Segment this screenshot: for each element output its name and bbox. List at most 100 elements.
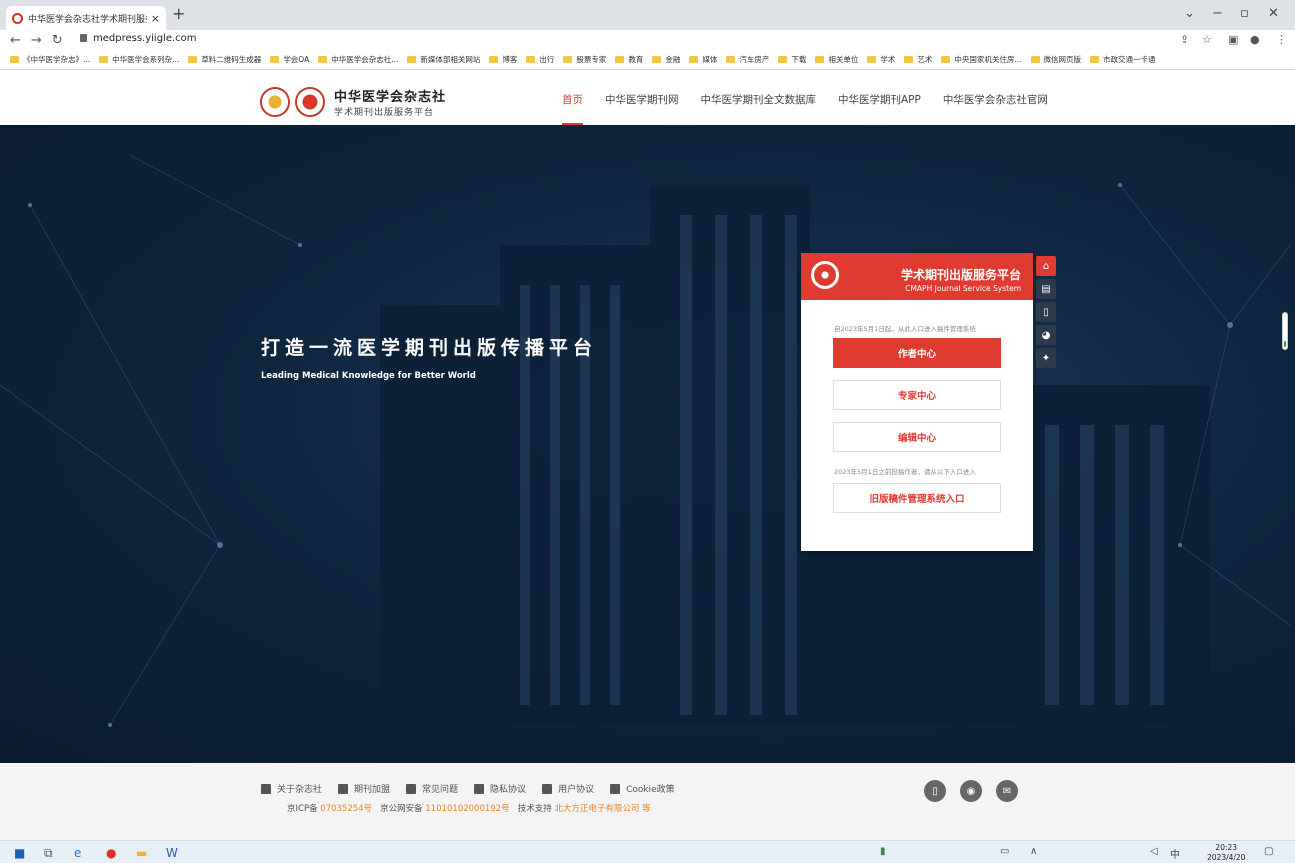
footer-link-faq[interactable]: 常见问题 xyxy=(406,782,458,795)
panel-subtitle: CMAPH Journal Service System xyxy=(905,284,1021,293)
forward-button[interactable]: → xyxy=(31,33,42,48)
bookmark-item[interactable]: 中华医学会杂志社... xyxy=(318,54,398,65)
expert-center-button[interactable]: 专家中心 xyxy=(833,380,1001,410)
reload-button[interactable]: ↻ xyxy=(52,33,63,48)
volume-icon[interactable]: ◁ xyxy=(1150,846,1158,857)
new-system-notice: 自2023年5月1日起，从此入口进入稿件管理系统 xyxy=(834,325,976,333)
police-number[interactable]: 11010102000192号 xyxy=(425,804,509,814)
icp-number[interactable]: 07035254号 xyxy=(320,804,372,814)
handshake-icon xyxy=(338,783,349,794)
document-icon[interactable]: ▤ xyxy=(1036,279,1056,299)
mobile-icon[interactable]: ▯ xyxy=(1036,302,1056,322)
windows-taskbar: ■ ⧉ e ● ▬ W ▮ ▭ ∧ ◁ 中 20:23 2023/4/20 ▢ xyxy=(0,840,1295,863)
nav-official-site[interactable]: 中华医学会杂志社官网 xyxy=(943,92,1048,107)
close-window-button[interactable]: ✕ xyxy=(1268,6,1279,21)
lock-icon xyxy=(80,34,87,42)
word-icon[interactable]: W xyxy=(166,846,178,860)
site-logo[interactable]: 中华医学会杂志社 学术期刊出版服务平台 xyxy=(260,86,446,118)
bookmark-item[interactable]: 下载 xyxy=(778,54,806,65)
url-field[interactable]: medpress.yiigle.com xyxy=(80,33,197,44)
handshake-icon[interactable]: ✦ xyxy=(1036,348,1056,368)
bookmark-item[interactable]: 出行 xyxy=(526,54,554,65)
tray-overflow-icon[interactable]: ∧ xyxy=(1030,846,1037,857)
footer-link-terms[interactable]: 用户协议 xyxy=(542,782,594,795)
bookmark-item[interactable]: 博客 xyxy=(489,54,517,65)
folder-icon xyxy=(563,56,573,63)
task-view-icon[interactable]: ⧉ xyxy=(44,846,53,861)
notification-icon[interactable]: ▢ xyxy=(1264,846,1273,857)
footer-link-privacy[interactable]: 隐私协议 xyxy=(474,782,526,795)
ime-icon[interactable]: 中 xyxy=(1170,846,1180,861)
tray-display-icon[interactable]: ▭ xyxy=(1000,846,1009,857)
bookmark-item[interactable]: 股票专家 xyxy=(563,54,606,65)
folder-icon xyxy=(652,56,662,63)
chrome-icon[interactable]: ● xyxy=(106,846,116,860)
folder-icon xyxy=(10,56,19,63)
scroll-indicator[interactable] xyxy=(1282,312,1288,350)
folder-icon xyxy=(778,56,788,63)
cookie-icon xyxy=(610,783,621,794)
bookmark-item[interactable]: 艺术 xyxy=(904,54,932,65)
maximize-button[interactable]: ▫ xyxy=(1240,6,1249,21)
bookmark-item[interactable]: 中华医学会系列杂... xyxy=(99,54,179,65)
nav-journal-network[interactable]: 中华医学期刊网 xyxy=(605,92,679,107)
qq-icon[interactable]: ◉ xyxy=(960,780,982,802)
bookmark-star-icon[interactable]: ☆ xyxy=(1202,33,1212,46)
windows-start-icon[interactable]: ■ xyxy=(14,846,25,860)
share-icon[interactable]: ⇪ xyxy=(1180,33,1189,46)
nav-journal-app[interactable]: 中华医学期刊APP xyxy=(838,92,921,107)
minimize-button[interactable]: − xyxy=(1212,6,1223,21)
home-icon[interactable]: ⌂ xyxy=(1036,256,1056,276)
ie-browser-icon[interactable]: e xyxy=(74,846,81,860)
support-company[interactable]: 北大方正电子有限公司 等 xyxy=(554,804,650,814)
clock-time: 20:23 xyxy=(1215,843,1238,852)
menu-icon[interactable]: ⋮ xyxy=(1276,33,1287,46)
hero-banner xyxy=(0,125,1295,763)
legacy-system-notice: 2023年5月1日之前投稿作者，请从以下入口进入 xyxy=(834,468,976,476)
bookmark-item[interactable]: 学会OA xyxy=(270,54,309,65)
bookmark-item[interactable]: 市政交通一卡通 xyxy=(1090,54,1156,65)
bookmark-item[interactable]: 媒体 xyxy=(689,54,717,65)
tray-app-icon[interactable]: ▮ xyxy=(880,846,886,857)
tab-close-icon[interactable]: × xyxy=(151,12,160,25)
footer-link-about[interactable]: 关于杂志社 xyxy=(261,782,322,795)
folder-icon xyxy=(489,56,499,63)
nav-home[interactable]: 首页 xyxy=(562,92,583,126)
author-center-button[interactable]: 作者中心 xyxy=(833,338,1001,368)
bookmark-item[interactable]: 教育 xyxy=(615,54,643,65)
shield-icon xyxy=(474,783,485,794)
folder-icon xyxy=(904,56,914,63)
bookmark-item[interactable]: 微信网页版 xyxy=(1030,54,1081,65)
system-clock[interactable]: 20:23 2023/4/20 xyxy=(1207,843,1245,863)
bookmark-item[interactable]: 学术 xyxy=(867,54,895,65)
profile-icon[interactable]: ● xyxy=(1250,33,1260,46)
bookmark-item[interactable]: 草料二维码生成器 xyxy=(188,54,261,65)
legacy-system-button[interactable]: 旧版稿件管理系统入口 xyxy=(833,483,1001,513)
back-button[interactable]: ← xyxy=(10,33,21,48)
folder-icon xyxy=(318,56,328,63)
bookmark-item[interactable]: 新媒体部相关网站 xyxy=(407,54,480,65)
app-download-icon[interactable]: ▯ xyxy=(924,780,946,802)
browser-tab[interactable]: 中华医学会杂志社学术期刊服务… × xyxy=(6,6,166,30)
hero-slogan-en: Leading Medical Knowledge for Better Wor… xyxy=(261,371,476,381)
bookmark-item[interactable]: 《中华医学杂志》... xyxy=(10,54,90,65)
bookmark-item[interactable]: 中央国家机关住房... xyxy=(941,54,1022,65)
wechat-icon[interactable]: ◕ xyxy=(1036,325,1056,345)
bookmark-item[interactable]: 汽车房产 xyxy=(726,54,769,65)
tab-title: 中华医学会杂志社学术期刊服务… xyxy=(28,14,147,25)
nav-fulltext-database[interactable]: 中华医学期刊全文数据库 xyxy=(701,92,817,107)
folder-icon xyxy=(270,56,280,63)
tab-search-icon[interactable]: ⌄ xyxy=(1184,6,1195,21)
new-tab-button[interactable]: + xyxy=(172,4,185,23)
sidepanel-icon[interactable]: ▣ xyxy=(1228,33,1238,46)
footer-link-cookie[interactable]: Cookie政策 xyxy=(610,782,675,795)
footer-link-join[interactable]: 期刊加盟 xyxy=(338,782,390,795)
folder-icon xyxy=(188,56,198,63)
file-explorer-icon[interactable]: ▬ xyxy=(136,846,147,860)
float-sidebar: ⌂ ▤ ▯ ◕ ✦ xyxy=(1036,256,1056,368)
folder-icon xyxy=(407,56,417,63)
editor-center-button[interactable]: 编辑中心 xyxy=(833,422,1001,452)
bookmark-item[interactable]: 金融 xyxy=(652,54,680,65)
bookmark-item[interactable]: 相关单位 xyxy=(815,54,858,65)
email-icon[interactable]: ✉ xyxy=(996,780,1018,802)
